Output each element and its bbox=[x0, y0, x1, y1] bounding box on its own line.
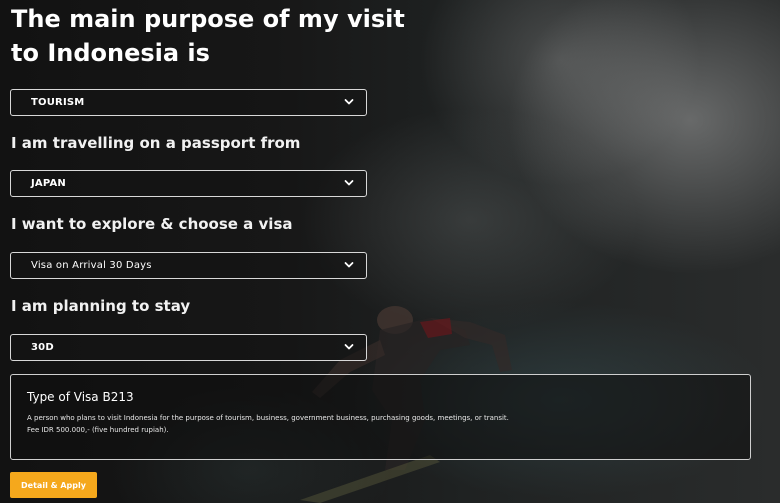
visa-description: A person who plans to visit Indonesia fo… bbox=[27, 414, 509, 422]
page-title: The main purpose of my visit to Indonesi… bbox=[11, 5, 405, 67]
purpose-select[interactable]: TOURISM bbox=[10, 89, 367, 116]
visa-select[interactable]: Visa on Arrival 30 Days bbox=[10, 252, 367, 279]
visa-select-value: Visa on Arrival 30 Days bbox=[31, 260, 152, 271]
stay-select[interactable]: 30D bbox=[10, 334, 367, 361]
stay-select-value: 30D bbox=[31, 342, 54, 353]
passport-select-value: JAPAN bbox=[31, 178, 66, 189]
detail-apply-button[interactable]: Detail & Apply bbox=[10, 472, 97, 498]
visa-label: I want to explore & choose a visa bbox=[11, 215, 293, 233]
visa-form: The main purpose of my visit to Indonesi… bbox=[0, 0, 780, 503]
chevron-down-icon bbox=[344, 262, 354, 268]
chevron-down-icon bbox=[344, 344, 354, 350]
visa-type-title: Type of Visa B213 bbox=[27, 390, 134, 404]
stay-label: I am planning to stay bbox=[11, 297, 191, 315]
purpose-select-value: TOURISM bbox=[31, 97, 85, 108]
visa-fee: Fee IDR 500.000,- (five hundred rupiah). bbox=[27, 426, 169, 434]
passport-label: I am travelling on a passport from bbox=[11, 134, 301, 152]
passport-select[interactable]: JAPAN bbox=[10, 170, 367, 197]
visa-info-box: Type of Visa B213 A person who plans to … bbox=[10, 374, 751, 460]
chevron-down-icon bbox=[344, 180, 354, 186]
chevron-down-icon bbox=[344, 99, 354, 105]
